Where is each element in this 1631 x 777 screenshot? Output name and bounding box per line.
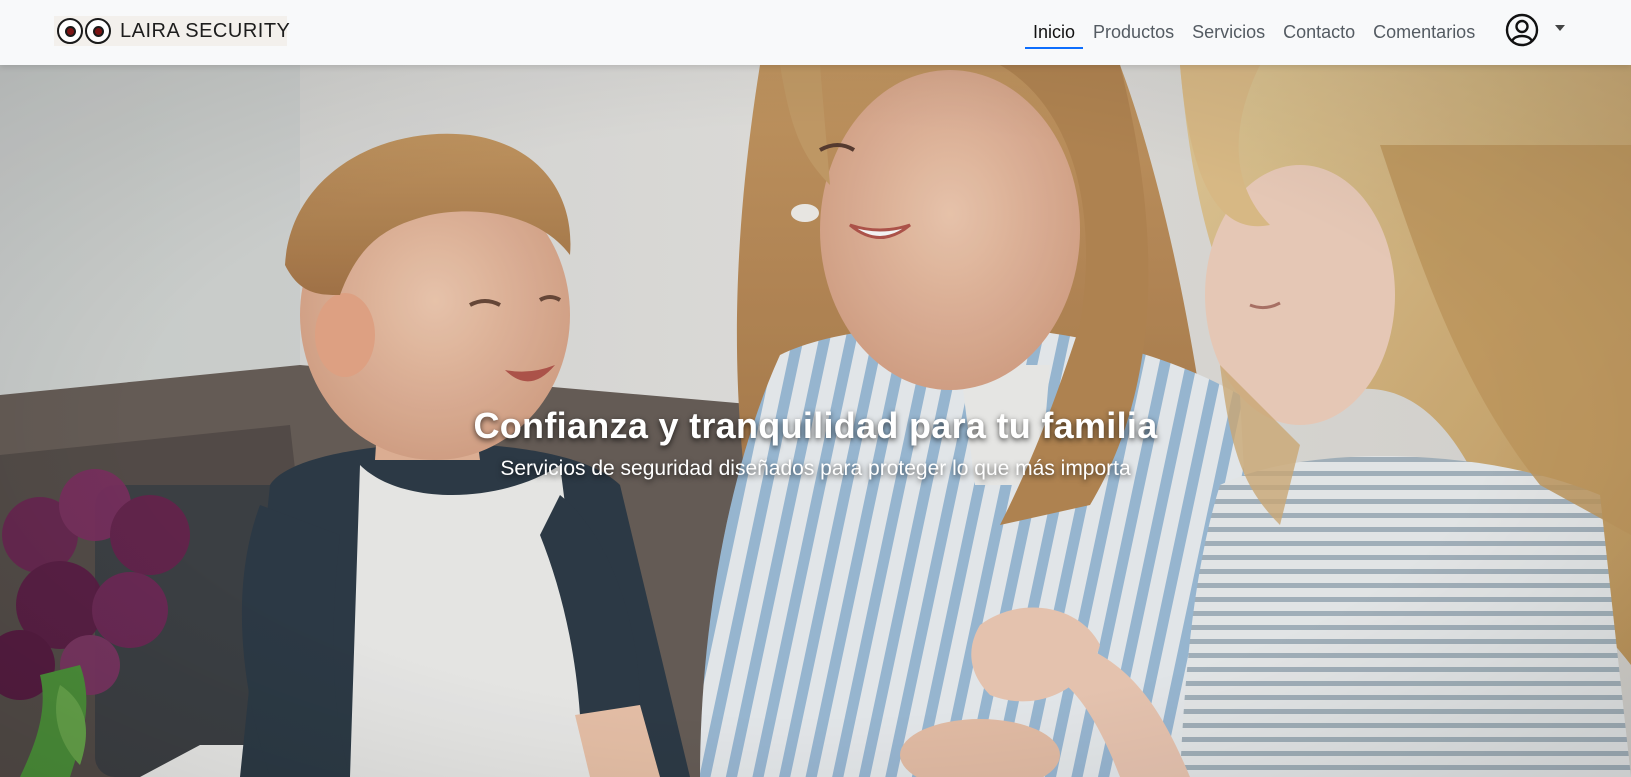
navbar: LAIRA SECURITY Inicio Productos Servicio…: [0, 0, 1631, 65]
caret-down-icon[interactable]: [1555, 25, 1565, 31]
nav-link-inicio[interactable]: Inicio: [1024, 0, 1084, 65]
user-circle-icon[interactable]: [1505, 13, 1539, 47]
nav-link-servicios[interactable]: Servicios: [1183, 0, 1274, 65]
nav-menu: Inicio Productos Servicios Contacto Come…: [1024, 0, 1484, 65]
hero-title: Confianza y tranquilidad para tu familia: [473, 405, 1158, 446]
eyes-logo-icon: [57, 18, 111, 44]
user-menu-dropdown[interactable]: [1505, 12, 1565, 48]
nav-link-contacto[interactable]: Contacto: [1274, 0, 1364, 65]
brand-name: LAIRA SECURITY: [120, 19, 291, 42]
hero-banner: Confianza y tranquilidad para tu familia…: [0, 65, 1631, 777]
hero-caption: Confianza y tranquilidad para tu familia…: [0, 405, 1631, 481]
hero-subtitle: Servicios de seguridad diseñados para pr…: [500, 457, 1131, 480]
brand-logo[interactable]: LAIRA SECURITY: [54, 16, 291, 46]
nav-link-productos[interactable]: Productos: [1084, 0, 1183, 65]
nav-link-comentarios[interactable]: Comentarios: [1364, 0, 1484, 65]
